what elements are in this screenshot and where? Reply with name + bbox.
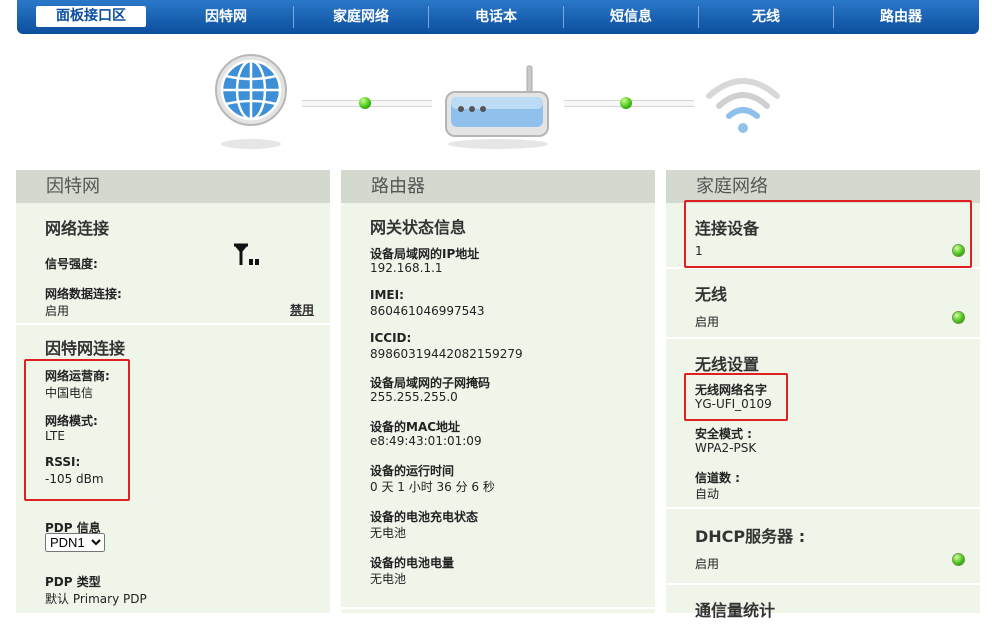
status-green-icon (952, 311, 965, 324)
battery-charge-value: 无电池 (370, 526, 407, 540)
signal-strength-label: 信号强度: (45, 257, 98, 271)
router-icon (445, 65, 549, 149)
wireless-settings-section: 无线设置 无线网络名字 YG-UFI_0109 安全模式 : WPA2-PSK … (666, 339, 980, 509)
section-heading: 通信量统计 (695, 601, 776, 620)
dhcp-status: 启用 (695, 557, 720, 571)
section-heading: 无线设置 (695, 355, 760, 374)
security-mode-value: WPA2-PSK (695, 441, 757, 455)
data-connection-label: 网络数据连接: (45, 287, 122, 301)
highlight-box (684, 373, 788, 421)
internet-panel: 因特网 网络连接 信号强度: 网络数据连接: 启用 禁用 因特网连接 网络运营商… (16, 170, 330, 613)
battery-charge-label: 设备的电池充电状态 (370, 510, 479, 524)
panel-title: 路由器 (341, 170, 655, 203)
signal-strength-icon (234, 243, 259, 265)
section-heading: 网关状态信息 (370, 218, 467, 237)
subnet-value: 255.255.255.0 (370, 390, 458, 404)
lan-ip-value: 192.168.1.1 (370, 261, 443, 275)
section-heading: 因特网连接 (45, 339, 126, 358)
status-dot-green (620, 97, 632, 109)
wireless-section: 无线 启用 (666, 269, 980, 339)
globe-icon (215, 54, 287, 149)
battery-level-label: 设备的电池电量 (370, 556, 455, 570)
pdp-select[interactable]: PDN1 (45, 533, 105, 552)
top-nav: 面板接口区 因特网 家庭网络 电话本 短信息 无线 路由器 (17, 0, 979, 34)
nav-sms[interactable]: 短信息 (564, 0, 698, 34)
security-mode-label: 安全模式 : (695, 427, 752, 441)
nav-wireless[interactable]: 无线 (699, 0, 833, 34)
wifi-icon (706, 78, 780, 133)
channel-label: 信道数 : (695, 471, 740, 485)
nav-phonebook[interactable]: 电话本 (429, 0, 563, 34)
wireless-status: 启用 (695, 315, 720, 329)
mac-label: 设备的MAC地址 (370, 420, 461, 434)
disable-data-link[interactable]: 禁用 (290, 301, 314, 318)
highlight-box (24, 359, 130, 501)
highlight-box (684, 200, 972, 268)
network-connection-section: 网络连接 信号强度: 网络数据连接: 启用 禁用 (16, 203, 330, 325)
imei-label: IMEI: (370, 288, 404, 302)
connected-devices-section: 连接设备 1 (666, 200, 980, 269)
traffic-stats-section: 通信量统计 (666, 585, 980, 625)
iccid-label: ICCID: (370, 331, 412, 345)
dhcp-section: DHCP服务器 : 启用 (666, 509, 980, 585)
nav-internet[interactable]: 因特网 (159, 0, 293, 34)
status-dot-green (359, 97, 371, 109)
subnet-label: 设备局域网的子网掩码 (370, 376, 491, 390)
internet-connection-section: 因特网连接 网络运营商: 中国电信 网络模式: LTE RSSI: -105 d… (16, 325, 330, 613)
mac-value: e8:49:43:01:01:09 (370, 434, 482, 448)
channel-value: 自动 (695, 487, 720, 501)
panel-title: 家庭网络 (666, 170, 980, 203)
panel-title: 因特网 (16, 170, 330, 203)
section-heading: 网络连接 (45, 219, 110, 238)
status-green-icon (952, 553, 965, 566)
uptime-value: 0 天 1 小时 36 分 6 秒 (370, 480, 495, 494)
battery-level-value: 无电池 (370, 572, 407, 586)
lan-ip-label: 设备局域网的IP地址 (370, 247, 480, 261)
section-heading: 无线 (695, 285, 728, 304)
connection-status-diagram (0, 40, 992, 160)
nav-home-network[interactable]: 家庭网络 (294, 0, 428, 34)
nav-panel-interface[interactable]: 面板接口区 (36, 6, 146, 27)
section-heading: DHCP服务器 : (695, 527, 806, 546)
imei-value: 860461046997543 (370, 304, 485, 318)
pdp-type-value: 默认 Primary PDP (45, 592, 147, 606)
uptime-label: 设备的运行时间 (370, 464, 455, 478)
router-panel: 路由器 网关状态信息 设备局域网的IP地址 192.168.1.1 IMEI: … (341, 170, 655, 613)
iccid-value: 89860319442082159279 (370, 347, 523, 361)
pdp-type-label: PDP 类型 (45, 575, 101, 589)
nav-router[interactable]: 路由器 (834, 0, 968, 34)
data-connection-value: 启用 (45, 304, 70, 318)
home-network-panel: 家庭网络 连接设备 1 无线 启用 无线设置 无线网络名字 YG-UFI_010… (666, 170, 980, 620)
gateway-status-section: 网关状态信息 设备局域网的IP地址 192.168.1.1 IMEI: 8604… (341, 203, 655, 609)
